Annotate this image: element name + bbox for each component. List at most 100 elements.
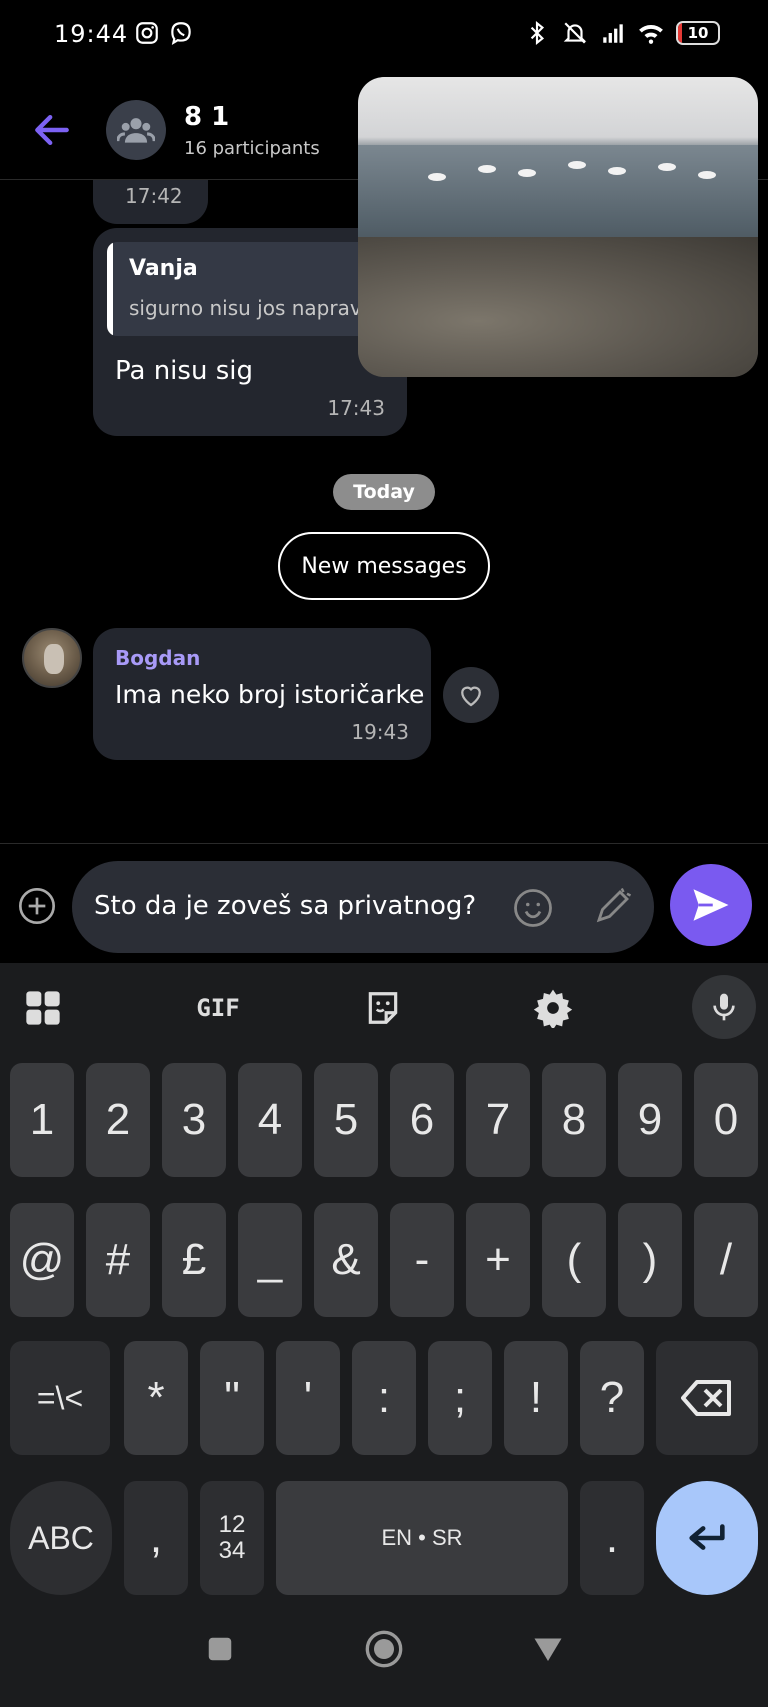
- message-text: Pa nisu sig: [115, 356, 253, 386]
- microphone-icon: [713, 993, 735, 1021]
- key-exclamation[interactable]: !: [504, 1341, 568, 1455]
- space-key[interactable]: EN • SR: [276, 1481, 568, 1595]
- key-at[interactable]: @: [10, 1203, 74, 1317]
- keyboard: GIF 1 2 3 4 5 6 7 8 9 0 @ # £ _ & - +() / =\< * " ':;!? ABC, 12…: [0, 963, 768, 1595]
- chat-title[interactable]: 8 1: [184, 102, 229, 132]
- pen-icon[interactable]: [592, 885, 634, 927]
- swan: [518, 169, 536, 177]
- message-input[interactable]: Sto da je zoveš sa privatnog?: [72, 861, 654, 953]
- gif-label: GIF: [196, 994, 240, 1022]
- key-underscore[interactable]: _: [238, 1203, 302, 1317]
- keyboard-toolbar: GIF: [0, 963, 768, 1053]
- back-button[interactable]: [524, 1625, 572, 1673]
- key-question[interactable]: ?: [580, 1341, 644, 1455]
- key-2[interactable]: 2: [86, 1063, 150, 1177]
- key-ampersand[interactable]: &: [314, 1203, 378, 1317]
- heart-icon: [461, 686, 481, 707]
- quote-text: sigurno nisu jos napravili: [129, 296, 379, 320]
- square-icon: [208, 1637, 232, 1661]
- message-text: Ima neko broj istoričarke: [115, 680, 425, 709]
- send-icon: [693, 889, 729, 921]
- apps-grid-button[interactable]: [18, 983, 68, 1033]
- quoted-message[interactable]: Vanja sigurno nisu jos napravili: [107, 242, 397, 336]
- group-icon: [117, 118, 155, 143]
- key-slash[interactable]: /: [694, 1203, 758, 1317]
- message-bubble[interactable]: 17:42: [93, 180, 208, 224]
- key-7[interactable]: 7: [466, 1063, 530, 1177]
- home-button[interactable]: [360, 1625, 408, 1673]
- key-close-paren[interactable]: ): [618, 1203, 682, 1317]
- emoji-icon[interactable]: [512, 887, 554, 929]
- new-messages-button[interactable]: New messages: [278, 532, 490, 600]
- key-1[interactable]: 1: [10, 1063, 74, 1177]
- participants-count[interactable]: 16 participants: [184, 138, 320, 159]
- video-pip-window[interactable]: [358, 77, 758, 377]
- sticker-icon: [368, 992, 398, 1024]
- signal-icon: [603, 24, 623, 43]
- key-9[interactable]: 9: [618, 1063, 682, 1177]
- like-button[interactable]: [443, 667, 499, 723]
- key-semicolon[interactable]: ;: [428, 1341, 492, 1455]
- numpad-key[interactable]: 12 34: [200, 1481, 264, 1595]
- key-6[interactable]: 6: [390, 1063, 454, 1177]
- key-3[interactable]: 3: [162, 1063, 226, 1177]
- wifi-icon: [639, 25, 663, 44]
- backspace-key[interactable]: [656, 1341, 758, 1455]
- video-shore: [358, 237, 758, 377]
- send-button[interactable]: [670, 864, 752, 946]
- key-minus[interactable]: -: [390, 1203, 454, 1317]
- avatar[interactable]: [22, 628, 82, 688]
- sticker-button[interactable]: [358, 983, 408, 1033]
- key-apostrophe[interactable]: ': [276, 1341, 340, 1455]
- bluetooth-icon: [530, 20, 545, 46]
- navigation-bar: [0, 1595, 768, 1707]
- mute-bell-icon: [563, 22, 587, 44]
- key-0[interactable]: 0: [694, 1063, 758, 1177]
- plus-icon[interactable]: [17, 886, 57, 926]
- battery-level: 10: [687, 24, 709, 42]
- enter-icon: [689, 1524, 725, 1550]
- key-8[interactable]: 8: [542, 1063, 606, 1177]
- key-colon[interactable]: :: [352, 1341, 416, 1455]
- back-arrow-icon[interactable]: [30, 108, 74, 152]
- recents-button[interactable]: [196, 1625, 244, 1673]
- key-plus[interactable]: +: [466, 1203, 530, 1317]
- key-symbols-page[interactable]: =\<: [10, 1341, 110, 1455]
- key-5[interactable]: 5: [314, 1063, 378, 1177]
- gear-icon: [533, 989, 573, 1028]
- triangle-icon: [534, 1638, 562, 1661]
- voice-input-button[interactable]: [692, 975, 756, 1039]
- incoming-message-bubble[interactable]: Bogdan Ima neko broj istoričarke 19:43: [93, 628, 431, 760]
- sender-name[interactable]: Bogdan: [115, 646, 200, 670]
- battery-icon: 10: [676, 21, 720, 45]
- settings-button[interactable]: [528, 983, 578, 1033]
- instagram-icon: [136, 22, 158, 44]
- key-open-paren[interactable]: (: [542, 1203, 606, 1317]
- circle-icon: [365, 1630, 403, 1668]
- swan: [658, 163, 676, 171]
- key-comma[interactable]: ,: [124, 1481, 188, 1595]
- group-avatar[interactable]: [106, 100, 166, 160]
- message-time: 17:43: [327, 396, 385, 420]
- enter-key[interactable]: [656, 1481, 758, 1595]
- quote-author: Vanja: [129, 256, 198, 281]
- quote-bar: [107, 242, 113, 336]
- message-input-text[interactable]: Sto da je zoveš sa privatnog?: [94, 891, 476, 921]
- swan: [478, 165, 496, 173]
- swan: [428, 173, 446, 181]
- swan: [608, 167, 626, 175]
- swan: [568, 161, 586, 169]
- key-double-quote[interactable]: ": [200, 1341, 264, 1455]
- key-asterisk[interactable]: *: [124, 1341, 188, 1455]
- status-time: 19:44: [54, 20, 129, 48]
- key-hash[interactable]: #: [86, 1203, 150, 1317]
- gif-button[interactable]: GIF: [188, 983, 248, 1033]
- message-composer: Sto da je zoveš sa privatnog?: [0, 843, 768, 963]
- message-time: 17:42: [125, 184, 183, 208]
- key-period[interactable]: .: [580, 1481, 644, 1595]
- swan: [698, 171, 716, 179]
- abc-key[interactable]: ABC: [10, 1481, 112, 1595]
- key-pound[interactable]: £: [162, 1203, 226, 1317]
- key-4[interactable]: 4: [238, 1063, 302, 1177]
- message-time: 19:43: [351, 720, 409, 744]
